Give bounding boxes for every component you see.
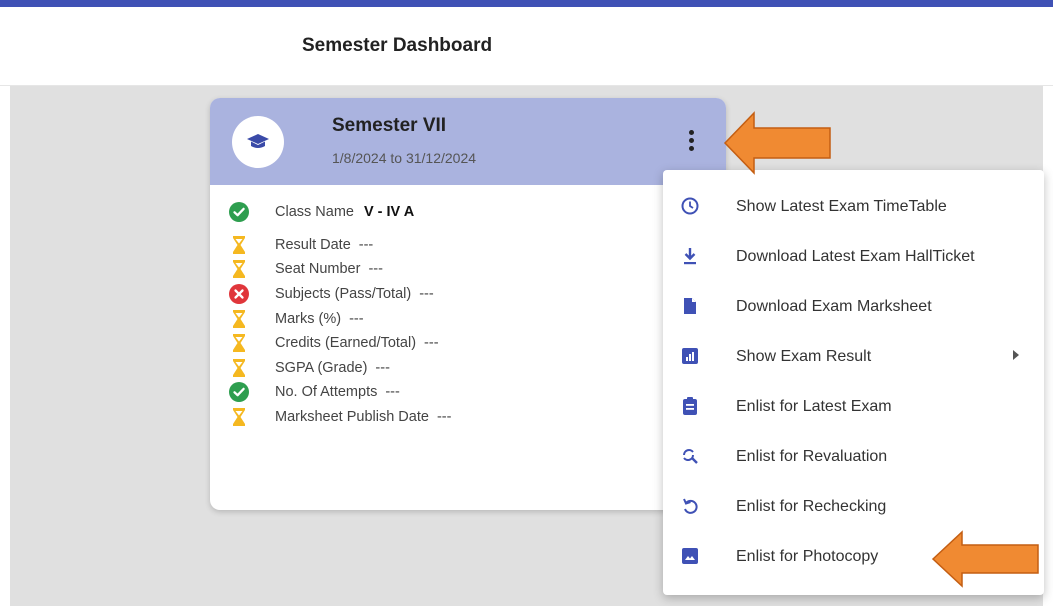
hourglass-icon (228, 357, 250, 379)
detail-row-credits: Credits (Earned/Total) --- (228, 332, 648, 354)
hourglass-icon (228, 308, 250, 330)
menu-item-download-hallticket[interactable]: Download Latest Exam HallTicket (663, 232, 1044, 282)
menu-item-label: Download Exam Marksheet (736, 298, 932, 315)
menu-item-label: Enlist for Rechecking (736, 498, 887, 515)
detail-label: No. Of Attempts (275, 384, 378, 400)
menu-item-show-exam-result[interactable]: Show Exam Result (663, 332, 1044, 382)
hourglass-icon (228, 258, 250, 280)
detail-value: --- (375, 360, 390, 376)
search-refresh-icon (679, 445, 701, 467)
semester-card: Semester VII 1/8/2024 to 31/12/2024 Clas… (210, 98, 726, 510)
detail-value: --- (424, 335, 439, 351)
check-circle-icon (228, 381, 250, 403)
left-arrow-icon (931, 530, 1039, 588)
hourglass-icon (228, 406, 250, 428)
page-header: Semester Dashboard (0, 7, 1053, 86)
detail-row-marks: Marks (%) --- (228, 308, 648, 330)
image-icon (679, 545, 701, 567)
page-title: Semester Dashboard (302, 35, 493, 56)
detail-label: SGPA (Grade) (275, 360, 368, 376)
detail-value: --- (358, 237, 374, 253)
detail-label: Result Date (275, 237, 351, 253)
detail-value: --- (436, 409, 452, 425)
semester-date-range: 1/8/2024 to 31/12/2024 (332, 150, 477, 166)
detail-row-subjects: Subjects (Pass/Total) --- (228, 283, 648, 305)
detail-value: --- (385, 384, 400, 400)
download-icon (679, 245, 701, 267)
menu-item-download-marksheet[interactable]: Download Exam Marksheet (663, 282, 1044, 332)
detail-label: Subjects (Pass/Total) (275, 286, 412, 302)
detail-value: V - IV A (363, 204, 415, 220)
graduation-cap-icon (232, 116, 284, 168)
hourglass-icon (228, 234, 250, 256)
menu-item-label: Show Latest Exam TimeTable (736, 198, 947, 215)
error-circle-icon (228, 283, 250, 305)
detail-label: Class Name (275, 204, 354, 220)
detail-row-sgpa: SGPA (Grade) --- (228, 357, 648, 379)
detail-value: --- (368, 261, 383, 277)
menu-item-enlist-latest-exam[interactable]: Enlist for Latest Exam (663, 382, 1044, 432)
hourglass-icon (228, 332, 250, 354)
kebab-dot-icon (688, 138, 694, 143)
detail-row-class-name: Class Name V - IV A (228, 201, 648, 223)
left-arrow-icon (723, 111, 831, 175)
detail-value: --- (419, 286, 434, 302)
menu-item-enlist-rechecking[interactable]: Enlist for Rechecking (663, 482, 1044, 532)
menu-item-show-timetable[interactable]: Show Latest Exam TimeTable (663, 182, 1044, 232)
detail-value: --- (349, 311, 364, 327)
check-circle-icon (228, 201, 250, 223)
detail-row-marksheet-publish-date: Marksheet Publish Date --- (228, 406, 648, 428)
menu-item-label: Enlist for Latest Exam (736, 398, 892, 415)
menu-item-label: Enlist for Photocopy (736, 548, 879, 565)
semester-title: Semester VII (332, 115, 447, 136)
menu-item-label: Show Exam Result (736, 348, 872, 365)
menu-item-label: Enlist for Revaluation (736, 448, 888, 465)
submenu-arrow-icon (1013, 350, 1019, 360)
detail-row-result-date: Result Date --- (228, 234, 648, 256)
detail-row-attempts: No. Of Attempts --- (228, 381, 648, 403)
top-accent-bar (0, 0, 1053, 7)
kebab-dot-icon (688, 130, 694, 135)
clipboard-icon (679, 395, 701, 417)
detail-label: Marks (%) (275, 311, 342, 327)
menu-item-enlist-revaluation[interactable]: Enlist for Revaluation (663, 432, 1044, 482)
menu-item-label: Download Latest Exam HallTicket (736, 248, 975, 265)
semester-card-header: Semester VII 1/8/2024 to 31/12/2024 (210, 98, 726, 185)
more-options-button[interactable] (684, 128, 698, 158)
chart-icon (679, 345, 701, 367)
detail-label: Marksheet Publish Date (275, 409, 429, 425)
clock-icon (679, 195, 701, 217)
detail-label: Seat Number (275, 261, 361, 277)
undo-icon (679, 495, 701, 517)
detail-row-seat-number: Seat Number --- (228, 258, 648, 280)
detail-label: Credits (Earned/Total) (275, 335, 417, 351)
kebab-dot-icon (688, 146, 694, 151)
document-icon (679, 295, 701, 317)
